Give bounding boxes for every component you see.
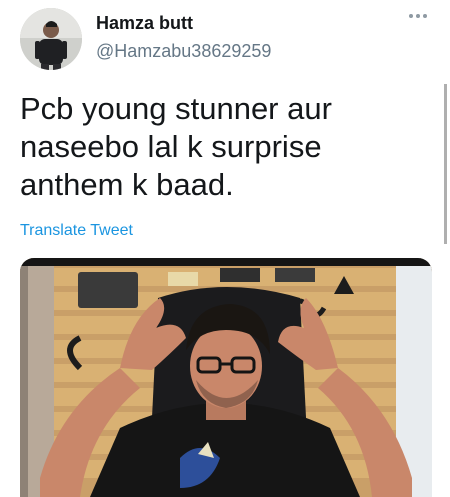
- avatar-image: [20, 8, 82, 70]
- user-handle[interactable]: @Hamzabu38629259: [96, 40, 271, 62]
- more-options-button[interactable]: [406, 6, 430, 26]
- edge-divider: [444, 84, 447, 244]
- tweet-media-photo[interactable]: [20, 258, 432, 497]
- more-horizontal-icon: [409, 14, 427, 18]
- tweet-text-line: Pcb young stunner aur: [20, 91, 332, 126]
- translate-tweet-link[interactable]: Translate Tweet: [20, 222, 133, 240]
- tweet-card: Hamza butt @Hamzabu38629259 Pcb young st…: [0, 0, 450, 497]
- display-name[interactable]: Hamza butt: [96, 12, 271, 34]
- tweet-text: Pcb young stunner aur naseebo lal k surp…: [20, 90, 430, 204]
- avatar[interactable]: [20, 8, 82, 70]
- photo-illustration: [20, 258, 432, 497]
- tweet-text-line: naseebo lal k surprise: [20, 129, 322, 164]
- tweet-text-line: anthem k baad.: [20, 167, 234, 202]
- author-info[interactable]: Hamza butt @Hamzabu38629259: [96, 12, 271, 62]
